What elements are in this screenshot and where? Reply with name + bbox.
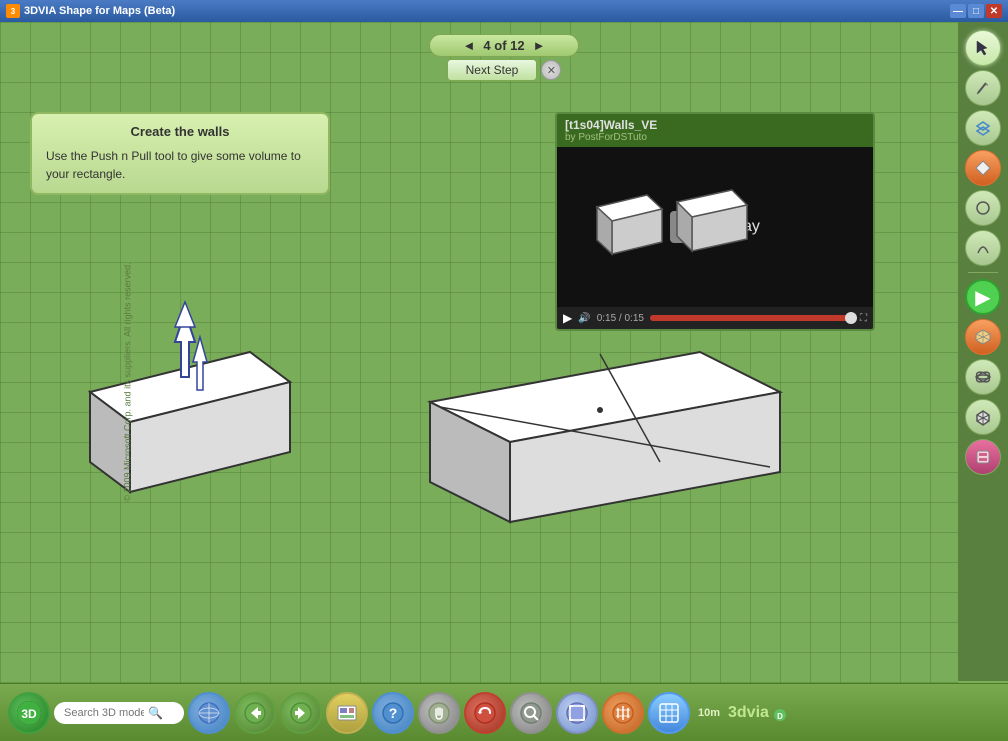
map-button[interactable]: [602, 692, 644, 734]
search-bar: 🔍: [54, 702, 184, 724]
search-input[interactable]: [64, 707, 144, 719]
minimize-button[interactable]: —: [950, 4, 966, 18]
svg-text:D: D: [777, 712, 783, 721]
titlebar-left: 3 3DVIA Shape for Maps (Beta): [6, 4, 175, 18]
video-controls: ▶ 🔊 0:15 / 0:15 ⛶: [557, 307, 873, 329]
next-step-row: Next Step ✕: [447, 59, 562, 81]
hand-tool-button[interactable]: [418, 692, 460, 734]
zoom-button[interactable]: [510, 692, 552, 734]
instruction-body: Use the Push n Pull tool to give some vo…: [46, 147, 314, 183]
scale-indicator: 10m: [698, 707, 720, 719]
instruction-title: Create the walls: [46, 124, 314, 139]
svg-text:?: ?: [389, 705, 398, 721]
next-step-button[interactable]: Next Step: [447, 59, 538, 81]
help-button[interactable]: ?: [372, 692, 414, 734]
circle-tool-button[interactable]: [965, 190, 1001, 226]
arc-tool-button[interactable]: [965, 230, 1001, 266]
next-step-arrow[interactable]: ►: [533, 38, 546, 53]
3d-cube-button[interactable]: [965, 319, 1001, 355]
play-button[interactable]: ▶: [965, 279, 1001, 315]
svg-text:3D: 3D: [21, 707, 37, 721]
window-title: 3DVIA Shape for Maps (Beta): [24, 5, 175, 17]
network-button[interactable]: [188, 692, 230, 734]
progress-bar[interactable]: [650, 315, 854, 321]
toolbar-separator: [968, 272, 998, 273]
video-panel: [t1s04]Walls_VE by PostForDSTuto ↺ Repla…: [555, 112, 875, 331]
logo-button[interactable]: 3D: [8, 692, 50, 734]
titlebar-controls: — □ ✕: [950, 4, 1002, 18]
svg-text:3dvia: 3dvia: [728, 704, 769, 721]
box3d-button[interactable]: [965, 399, 1001, 435]
extent-button[interactable]: [556, 692, 598, 734]
video-subtitle: by PostForDSTuto: [565, 132, 865, 143]
close-window-button[interactable]: ✕: [986, 4, 1002, 18]
progress-fill: [650, 315, 854, 321]
gallery-button[interactable]: [326, 692, 368, 734]
video-title: [t1s04]Walls_VE: [565, 118, 865, 132]
select-tool-button[interactable]: [965, 30, 1001, 66]
app-icon: 3: [6, 4, 20, 18]
brand-logo: 3dvia D: [728, 699, 788, 726]
progress-thumb: [845, 312, 857, 324]
time-display: 0:15 / 0:15: [597, 313, 644, 324]
step-label: 4 of 12: [483, 38, 524, 53]
search-icon: 🔍: [148, 706, 163, 720]
right-toolbar: ▶: [958, 22, 1008, 681]
bottom-toolbar: 3D 🔍: [0, 683, 1008, 741]
titlebar: 3 3DVIA Shape for Maps (Beta) — □ ✕: [0, 0, 1008, 22]
close-tutorial-button[interactable]: ✕: [541, 60, 561, 80]
prev-step-arrow[interactable]: ◄: [463, 38, 476, 53]
rotate-button[interactable]: [464, 692, 506, 734]
copyright-text: © 2009 Microsoft Corp. and its suppliers…: [123, 262, 133, 501]
step-navigation: ◄ 4 of 12 ► Next Step ✕: [429, 34, 579, 81]
paint-button[interactable]: [965, 439, 1001, 475]
shape-tool-button[interactable]: [965, 150, 1001, 186]
expand-video-button[interactable]: ⛶: [860, 313, 867, 324]
video-play-button[interactable]: ▶: [563, 311, 572, 325]
pencil-tool-button[interactable]: [965, 70, 1001, 106]
main-area: ◄ 4 of 12 ► Next Step ✕ Create the walls…: [0, 22, 1008, 741]
maximize-button[interactable]: □: [968, 4, 984, 18]
video-screen[interactable]: ↺ Replay: [557, 147, 873, 307]
forward-button[interactable]: [280, 692, 322, 734]
layer-tool-button[interactable]: [965, 110, 1001, 146]
grid-button[interactable]: [648, 692, 690, 734]
play-icon: ▶: [975, 285, 990, 310]
video-header: [t1s04]Walls_VE by PostForDSTuto: [557, 114, 873, 147]
orbit-button[interactable]: [965, 359, 1001, 395]
back-button[interactable]: [234, 692, 276, 734]
volume-icon[interactable]: 🔊: [578, 313, 590, 324]
step-counter: ◄ 4 of 12 ►: [429, 34, 579, 57]
instruction-panel: Create the walls Use the Push n Pull too…: [30, 112, 330, 195]
